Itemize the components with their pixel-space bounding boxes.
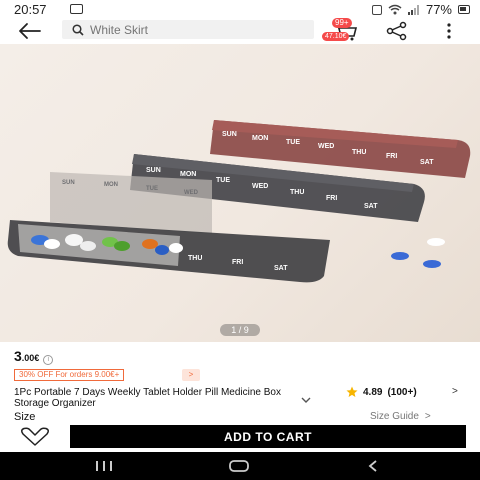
search-input[interactable] — [90, 22, 290, 37]
search-icon — [72, 23, 84, 36]
status-bar: 20:57 77% — [0, 0, 480, 18]
chevron-down-icon[interactable] — [300, 396, 312, 404]
product-image-gallery[interactable]: SUN MON TUE WED THU FRI SAT SUN MON TUE … — [0, 44, 480, 342]
promo-badge: 30% OFF For orders 9.00€+ — [14, 369, 125, 381]
grey-label-thu: THU — [290, 189, 304, 196]
open-label-sat: SAT — [274, 265, 288, 272]
size-guide-link[interactable]: Size Guide > — [370, 411, 431, 422]
red-label-sat: SAT — [420, 159, 434, 166]
lid-label-tue: TUE — [146, 186, 158, 192]
add-to-cart-button[interactable]: ADD TO CART — [70, 425, 466, 448]
search-bar[interactable] — [62, 20, 314, 39]
heart-icon[interactable] — [18, 427, 52, 447]
grey-label-sun: SUN — [146, 167, 161, 174]
recent-apps-icon[interactable] — [94, 460, 114, 472]
more-options-icon[interactable] — [442, 21, 456, 41]
lid-label-mon: MON — [104, 182, 118, 188]
open-label-fri: FRI — [232, 259, 243, 266]
rating-value: 4.89 — [363, 386, 383, 398]
battery-icon — [458, 5, 470, 14]
open-label-thu: THU — [188, 255, 202, 262]
star-icon — [346, 386, 358, 397]
clock: 20:57 — [14, 2, 47, 17]
back-nav-icon[interactable] — [366, 460, 380, 472]
rating-count: (100+) — [387, 386, 417, 398]
price-main: 3 — [14, 348, 22, 364]
signal-icon — [407, 4, 419, 15]
grey-label-tue: TUE — [216, 177, 230, 184]
android-nav-bar — [0, 452, 480, 480]
top-header: 99+ — [0, 18, 480, 44]
product-title: 1Pc Portable 7 Days Weekly Tablet Holder… — [14, 387, 281, 409]
rating[interactable]: 4.89 (100+) — [346, 386, 417, 398]
grey-label-fri: FRI — [326, 195, 337, 202]
home-icon[interactable] — [228, 460, 250, 472]
size-guide-arrow: > — [424, 411, 431, 422]
price-suffix: .00€ — [21, 353, 40, 363]
lid-label-wed: WED — [184, 190, 199, 196]
wifi-icon — [388, 4, 402, 15]
lid-label-sun: SUN — [62, 180, 75, 186]
red-label-fri: FRI — [386, 153, 397, 160]
price: 3 .00€ i — [14, 348, 54, 365]
camera-notification-icon — [371, 4, 382, 15]
back-arrow-icon[interactable] — [16, 21, 44, 41]
red-label-sun: SUN — [222, 131, 237, 138]
cart-count-badge: 99+ — [332, 18, 352, 28]
red-label-thu: THU — [352, 149, 366, 156]
share-icon[interactable] — [385, 21, 409, 41]
red-label-wed: WED — [318, 143, 334, 150]
grey-label-wed: WED — [252, 183, 268, 190]
gallery-notification-icon — [70, 4, 83, 14]
grey-label-sat: SAT — [364, 203, 378, 210]
grey-label-mon: MON — [180, 171, 196, 178]
red-label-tue: TUE — [286, 139, 300, 146]
pill-organizer-photo: SUN MON TUE WED THU FRI SAT SUN MON TUE … — [7, 120, 471, 283]
red-label-mon: MON — [252, 135, 268, 142]
promo-expand-button[interactable]: > — [182, 369, 200, 381]
battery-percent: 77% — [425, 2, 452, 17]
rating-arrow[interactable]: > — [452, 386, 458, 397]
size-guide-text: Size Guide — [370, 411, 419, 422]
cart-total-badge: 47.10€ — [322, 32, 350, 41]
size-label: Size — [14, 411, 36, 423]
info-icon[interactable]: i — [43, 355, 54, 365]
gallery-page-indicator: 1 / 9 — [220, 324, 260, 336]
